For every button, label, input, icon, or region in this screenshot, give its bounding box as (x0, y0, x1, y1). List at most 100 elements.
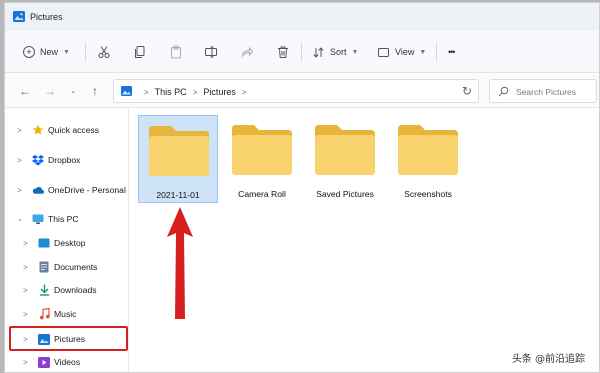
breadcrumb: > This PC > Pictures > (138, 87, 253, 97)
arrow-up-icon: ↑ (92, 84, 98, 98)
address-row: ← → ⌄ ↑ > This PC > Pictures > ↻ Search … (5, 74, 599, 108)
more-icon: ••• (448, 47, 456, 57)
watermark-text: 头条 @前沿追踪 (507, 349, 589, 366)
nav-item-label: Quick access (48, 125, 100, 135)
sort-button-label: Sort (330, 47, 347, 57)
sort-button[interactable]: Sort ▼ (312, 43, 358, 61)
rename-icon (205, 46, 217, 58)
sort-icon (313, 46, 324, 58)
view-button-label: View (395, 47, 415, 57)
search-box[interactable]: Search Pictures (489, 79, 597, 103)
chevron-right-icon: > (23, 357, 28, 367)
arrow-left-icon: ← (19, 84, 31, 98)
folder-icon (398, 125, 458, 175)
annotation-arrow-up (167, 207, 193, 319)
chevron-right-icon: > (23, 285, 28, 295)
new-button-label: New (40, 47, 59, 57)
folder-item[interactable]: Screenshots (388, 115, 468, 203)
chevron-right-icon: > (17, 125, 22, 135)
nav-item-label: Downloads (54, 285, 97, 295)
search-input[interactable]: Search Pictures (516, 87, 576, 97)
download-icon (38, 284, 50, 296)
chevron-down-icon: ⌄ (70, 88, 76, 95)
rename-button[interactable] (204, 43, 218, 61)
chevron-right-icon: > (23, 309, 28, 319)
view-button[interactable]: View ▼ (377, 43, 426, 61)
toolbar-divider (436, 43, 437, 61)
pictures-app-icon (13, 11, 25, 22)
nav-item-this-pc[interactable]: ⌄ This PC (17, 210, 79, 228)
toolbar-divider (301, 43, 302, 61)
new-button[interactable]: + New ▼ (23, 43, 70, 61)
nav-item-label: Desktop (54, 238, 86, 248)
copy-icon (135, 46, 145, 58)
nav-item-onedrive[interactable]: > OneDrive - Personal (17, 181, 126, 199)
paste-button[interactable] (169, 43, 183, 61)
nav-item-documents[interactable]: > Documents (23, 258, 97, 276)
file-explorer-window: Pictures + New ▼ Sort ▼ View ▼ ••• ← → ⌄… (4, 2, 600, 373)
chevron-right-icon: > (241, 87, 247, 97)
back-button[interactable]: ← (17, 83, 33, 99)
folder-item[interactable]: Saved Pictures (305, 115, 385, 203)
copy-button[interactable] (133, 43, 147, 61)
star-icon (32, 124, 44, 136)
folder-item[interactable]: 2021-11-01 (138, 115, 218, 203)
nav-item-label: OneDrive - Personal (48, 185, 126, 195)
command-bar: + New ▼ Sort ▼ View ▼ ••• (5, 31, 599, 73)
title-bar: Pictures (5, 3, 599, 31)
nav-item-label: Videos (54, 357, 81, 367)
nav-item-quick-access[interactable]: > Quick access (17, 121, 99, 139)
scissors-icon (98, 46, 110, 58)
address-bar[interactable]: > This PC > Pictures > ↻ (113, 79, 479, 103)
chevron-down-icon: ▼ (351, 48, 359, 56)
nav-item-label: This PC (48, 214, 79, 224)
nav-item-desktop[interactable]: > Desktop (23, 234, 86, 252)
more-options-button[interactable]: ••• (448, 43, 456, 61)
chevron-right-icon: > (17, 155, 22, 165)
chevron-down-icon: ▼ (63, 48, 70, 56)
content-area: 2021-11-01 Camera Roll Saved Pictures Sc… (131, 109, 599, 372)
breadcrumb-this-pc[interactable]: This PC (155, 87, 187, 97)
nav-item-downloads[interactable]: > Downloads (23, 281, 97, 299)
folder-icon (232, 125, 292, 175)
delete-button[interactable] (276, 43, 290, 61)
nav-item-label: Dropbox (48, 155, 81, 165)
refresh-icon[interactable]: ↻ (462, 84, 472, 98)
trash-icon (278, 46, 288, 58)
plus-icon: + (23, 46, 35, 58)
folder-name: 2021-11-01 (156, 190, 200, 200)
recent-locations-button[interactable]: ⌄ (65, 83, 81, 99)
desktop-icon (38, 237, 50, 249)
folder-icon (315, 125, 375, 175)
monitor-icon (32, 213, 44, 225)
folder-icon (149, 126, 209, 176)
up-button[interactable]: ↑ (87, 83, 103, 99)
chevron-right-icon: > (144, 87, 149, 97)
dropbox-icon (32, 154, 44, 166)
music-icon (38, 308, 50, 320)
documents-icon (38, 261, 50, 273)
navigation-pane: > Quick access > Dropbox > OneDrive - Pe… (5, 109, 129, 372)
window-title: Pictures (30, 12, 63, 22)
arrow-right-icon: → (44, 84, 56, 98)
paste-icon (171, 45, 181, 59)
chevron-down-icon: ⌄ (17, 216, 23, 223)
search-icon (498, 86, 509, 97)
videos-icon (38, 356, 50, 368)
nav-item-dropbox[interactable]: > Dropbox (17, 151, 80, 169)
folder-item[interactable]: Camera Roll (222, 115, 302, 203)
chevron-right-icon: > (23, 238, 28, 248)
forward-button[interactable]: → (42, 83, 58, 99)
cut-button[interactable] (97, 43, 111, 61)
pictures-highlight-box (9, 326, 128, 351)
nav-item-label: Documents (54, 262, 98, 272)
folder-name: Camera Roll (238, 189, 286, 199)
share-button[interactable] (240, 43, 254, 61)
nav-item-music[interactable]: > Music (23, 305, 76, 323)
nav-item-videos[interactable]: > Videos (23, 353, 80, 371)
breadcrumb-pictures[interactable]: Pictures (203, 87, 236, 97)
view-icon (378, 47, 389, 57)
pictures-folder-icon (121, 86, 132, 96)
folder-name: Saved Pictures (316, 189, 374, 199)
toolbar-divider (85, 43, 86, 61)
